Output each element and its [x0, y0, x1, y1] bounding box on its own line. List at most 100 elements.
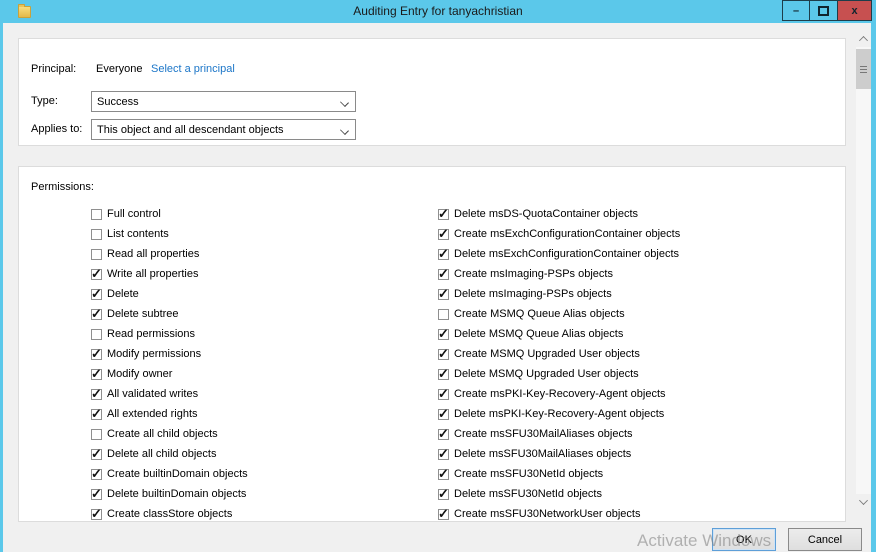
permission-label: Create msSFU30NetId objects [454, 468, 603, 480]
permission-label: Read all properties [107, 248, 199, 260]
window-title: Auditing Entry for tanyachristian [0, 4, 876, 18]
minimize-button[interactable]: – [782, 0, 810, 21]
checked-checkbox-icon[interactable] [438, 229, 449, 240]
principal-label: Principal: [31, 63, 76, 75]
permission-row: Delete subtree [91, 304, 179, 324]
checked-checkbox-icon[interactable] [438, 389, 449, 400]
checked-checkbox-icon[interactable] [91, 469, 102, 480]
permission-label: Delete MSMQ Upgraded User objects [454, 368, 639, 380]
permission-label: Write all properties [107, 268, 199, 280]
scrollbar-down-arrow[interactable] [856, 494, 871, 510]
permission-label: Full control [107, 208, 161, 220]
checked-checkbox-icon[interactable] [438, 329, 449, 340]
permission-label: Create MSMQ Upgraded User objects [454, 348, 640, 360]
checked-checkbox-icon[interactable] [438, 289, 449, 300]
scrollbar-thumb[interactable] [856, 49, 871, 89]
permission-row: Delete MSMQ Upgraded User objects [438, 364, 639, 384]
permission-row: Create msExchConfigurationContainer obje… [438, 224, 680, 244]
permission-row: Create MSMQ Queue Alias objects [438, 304, 625, 324]
checked-checkbox-icon[interactable] [438, 429, 449, 440]
permission-row: Delete all child objects [91, 444, 216, 464]
minimize-icon: – [793, 7, 799, 15]
permission-row: Delete builtinDomain objects [91, 484, 246, 504]
permission-label: Create msImaging-PSPs objects [454, 268, 613, 280]
permission-label: Read permissions [107, 328, 195, 340]
permission-row: Create classStore objects [91, 504, 232, 524]
permission-row: Create builtinDomain objects [91, 464, 248, 484]
vertical-scrollbar[interactable] [856, 31, 871, 510]
type-select-value: Success [97, 96, 139, 108]
checked-checkbox-icon[interactable] [438, 489, 449, 500]
titlebar[interactable]: Auditing Entry for tanyachristian – x [0, 0, 876, 23]
auditing-entry-dialog: Auditing Entry for tanyachristian – x Pr… [0, 0, 876, 552]
select-principal-link[interactable]: Select a principal [151, 63, 235, 75]
permission-label: Create msExchConfigurationContainer obje… [454, 228, 680, 240]
checked-checkbox-icon[interactable] [91, 309, 102, 320]
applies-to-select-value: This object and all descendant objects [97, 124, 284, 136]
type-select[interactable]: Success [91, 91, 356, 112]
ok-button[interactable]: OK [712, 528, 776, 551]
unchecked-checkbox-icon[interactable] [91, 329, 102, 340]
type-label: Type: [31, 95, 58, 107]
unchecked-checkbox-icon[interactable] [91, 249, 102, 260]
checked-checkbox-icon[interactable] [91, 449, 102, 460]
permission-label: Delete MSMQ Queue Alias objects [454, 328, 623, 340]
principal-value: Everyone [96, 63, 142, 75]
applies-to-label: Applies to: [31, 123, 82, 135]
permission-label: All validated writes [107, 388, 198, 400]
checked-checkbox-icon[interactable] [91, 389, 102, 400]
close-button[interactable]: x [838, 0, 872, 21]
permission-label: Delete msPKI-Key-Recovery-Agent objects [454, 408, 664, 420]
checked-checkbox-icon[interactable] [91, 269, 102, 280]
window-controls: – x [782, 0, 872, 21]
permission-row: Read permissions [91, 324, 195, 344]
permission-row: Create msPKI-Key-Recovery-Agent objects [438, 384, 666, 404]
permissions-label: Permissions: [31, 181, 94, 193]
checked-checkbox-icon[interactable] [438, 269, 449, 280]
checked-checkbox-icon[interactable] [91, 409, 102, 420]
unchecked-checkbox-icon[interactable] [438, 309, 449, 320]
dialog-content: Principal: Everyone Select a principal T… [3, 23, 871, 552]
permission-row: Delete msPKI-Key-Recovery-Agent objects [438, 404, 664, 424]
permission-row: Modify owner [91, 364, 172, 384]
permission-label: Delete [107, 288, 139, 300]
cancel-button[interactable]: Cancel [788, 528, 862, 551]
checked-checkbox-icon[interactable] [91, 349, 102, 360]
permission-label: Create msSFU30MailAliases objects [454, 428, 633, 440]
scrollbar-up-arrow[interactable] [856, 31, 871, 47]
checked-checkbox-icon[interactable] [91, 369, 102, 380]
permission-label: Modify owner [107, 368, 172, 380]
checked-checkbox-icon[interactable] [438, 509, 449, 520]
permission-label: Create all child objects [107, 428, 218, 440]
principal-panel: Principal: Everyone Select a principal T… [18, 38, 846, 146]
applies-to-select[interactable]: This object and all descendant objects [91, 119, 356, 140]
checked-checkbox-icon[interactable] [91, 509, 102, 520]
checked-checkbox-icon[interactable] [438, 469, 449, 480]
dialog-footer: OK Cancel [0, 522, 876, 552]
checked-checkbox-icon[interactable] [91, 289, 102, 300]
permission-row: Delete msExchConfigurationContainer obje… [438, 244, 679, 264]
checked-checkbox-icon[interactable] [438, 349, 449, 360]
unchecked-checkbox-icon[interactable] [91, 429, 102, 440]
permission-label: Create builtinDomain objects [107, 468, 248, 480]
scrollbar-grip-icon [860, 66, 867, 73]
checked-checkbox-icon[interactable] [438, 209, 449, 220]
checked-checkbox-icon[interactable] [438, 249, 449, 260]
permission-row: Create all child objects [91, 424, 218, 444]
chevron-up-icon [859, 36, 868, 45]
unchecked-checkbox-icon[interactable] [91, 229, 102, 240]
permission-row: List contents [91, 224, 169, 244]
checked-checkbox-icon[interactable] [438, 369, 449, 380]
checked-checkbox-icon[interactable] [438, 409, 449, 420]
checked-checkbox-icon[interactable] [438, 449, 449, 460]
permissions-panel: Permissions: Full control List contents Re… [18, 166, 846, 522]
maximize-button[interactable] [810, 0, 838, 21]
permission-label: Delete builtinDomain objects [107, 488, 246, 500]
checked-checkbox-icon[interactable] [91, 489, 102, 500]
permission-label: Delete all child objects [107, 448, 216, 460]
permission-label: Delete msDS-QuotaContainer objects [454, 208, 638, 220]
permission-row: Delete MSMQ Queue Alias objects [438, 324, 623, 344]
permission-row: Modify permissions [91, 344, 201, 364]
permission-label: Delete subtree [107, 308, 179, 320]
unchecked-checkbox-icon[interactable] [91, 209, 102, 220]
